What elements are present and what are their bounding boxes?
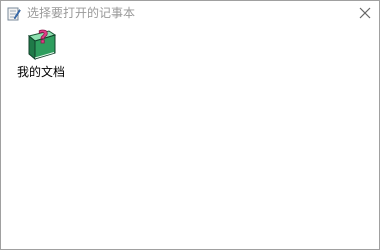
file-label: 我的文档 xyxy=(16,65,65,79)
file-list: ? 我的文档 xyxy=(1,25,379,249)
help-book-icon: ? xyxy=(23,27,59,63)
title-bar: 选择要打开的记事本 xyxy=(1,1,379,25)
file-item-my-documents[interactable]: ? 我的文档 xyxy=(11,27,71,83)
notepad-icon xyxy=(7,6,21,21)
svg-text:?: ? xyxy=(38,27,48,48)
close-button[interactable] xyxy=(355,3,375,23)
close-icon xyxy=(359,7,371,19)
window-title: 选择要打开的记事本 xyxy=(27,6,136,20)
notepad-picker-window: 选择要打开的记事本 ? 我的文档 xyxy=(0,0,380,250)
